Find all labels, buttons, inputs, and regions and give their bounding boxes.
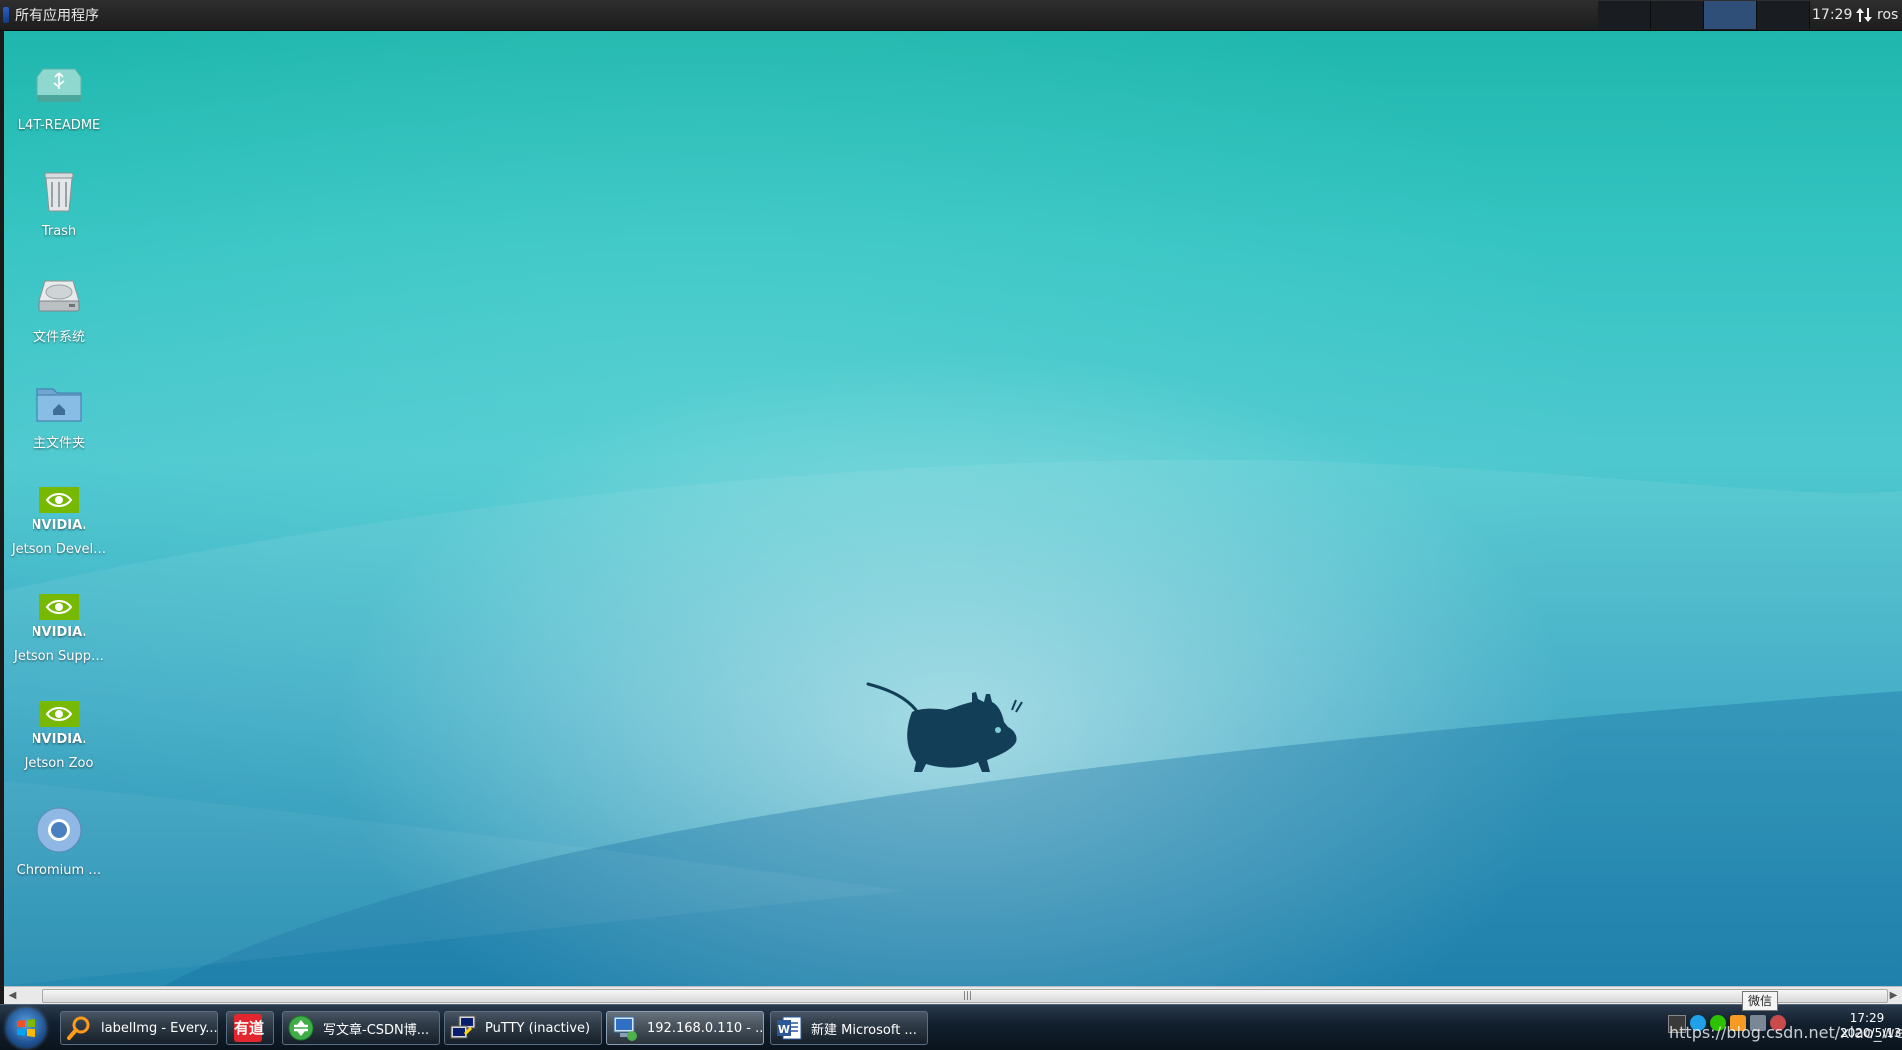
desktop-icon-jetson-support[interactable]: NVIDIA. Jetson Supp… xyxy=(8,590,110,666)
applications-menu-button[interactable]: 所有应用程序 xyxy=(0,0,99,30)
taskbar-button-label: 新建 Microsoft ... xyxy=(811,1022,917,1038)
taskbar-button-word[interactable]: W 新建 Microsoft ... xyxy=(770,1011,928,1045)
desktop-icon-label: Trash xyxy=(41,224,77,239)
windows-taskbar: labelImg - Every... 有道 写文章-CSDN博... PuTT… xyxy=(0,1004,1902,1050)
xfce-mouse-logo xyxy=(866,682,1023,772)
taskbar-button-csdn[interactable]: 写文章-CSDN博... xyxy=(282,1011,440,1045)
scroll-left-icon[interactable]: ◀ xyxy=(4,987,21,1004)
panel-clock[interactable]: 17:29 xyxy=(1812,0,1852,30)
taskbar-date: 2020/5/13 xyxy=(1840,1026,1902,1040)
start-button[interactable] xyxy=(6,1008,46,1048)
taskbar-button-label: 写文章-CSDN博... xyxy=(323,1022,430,1038)
scrollbar-grip-icon: ||| xyxy=(963,991,973,1001)
chromium-icon xyxy=(36,807,82,853)
workspace-switcher xyxy=(1598,1,1810,29)
taskbar-button-label: labelImg - Every... xyxy=(101,1020,218,1036)
desktop-icon-l4t-readme[interactable]: L4T-README xyxy=(8,59,110,135)
youdao-icon: 有道 xyxy=(234,1014,264,1042)
desktop-icon-home-folder[interactable]: 主文件夹 xyxy=(8,377,110,453)
home-folder-icon xyxy=(36,388,82,422)
nvidia-icon: NVIDIA. xyxy=(31,701,87,747)
browser-icon xyxy=(288,1015,314,1041)
nvidia-icon: NVIDIA. xyxy=(31,487,87,533)
wechat-tooltip: 微信 xyxy=(1742,991,1778,1011)
workspace-1[interactable] xyxy=(1598,1,1651,29)
applications-menu-label: 所有应用程序 xyxy=(15,8,99,24)
usb-drive-icon xyxy=(36,68,82,102)
desktop-icon-label: Jetson Devel… xyxy=(11,542,107,557)
putty-icon xyxy=(450,1015,476,1039)
svg-text:NVIDIA.: NVIDIA. xyxy=(33,732,85,747)
hard-drive-icon xyxy=(38,280,80,312)
desktop-icon-filesystem[interactable]: 文件系统 xyxy=(8,271,110,347)
taskbar-button-youdao[interactable]: 有道 xyxy=(226,1011,274,1045)
workspace-2[interactable] xyxy=(1651,1,1704,29)
desktop-icon-trash[interactable]: Trash xyxy=(8,165,110,241)
top-panel: 所有应用程序 17:29 ros xyxy=(0,0,1902,31)
desktop-icon-label: L4T-README xyxy=(17,118,101,133)
svg-text:NVIDIA.: NVIDIA. xyxy=(33,518,85,533)
nvidia-icon: NVIDIA. xyxy=(31,594,87,640)
desktop-icon-jetson-zoo[interactable]: NVIDIA. Jetson Zoo xyxy=(8,697,110,773)
desktop-icon-jetson-devel[interactable]: NVIDIA. Jetson Devel… xyxy=(8,483,110,559)
network-arrows-icon[interactable] xyxy=(1855,6,1873,24)
remote-desktop-screen: 所有应用程序 17:29 ros L4T-README Trash 文件系统 主… xyxy=(0,0,1902,1050)
svg-text:NVIDIA.: NVIDIA. xyxy=(33,625,85,640)
taskbar-button-labelimg[interactable]: labelImg - Every... xyxy=(60,1011,218,1045)
scrollbar-thumb[interactable]: ||| xyxy=(42,989,1888,1003)
desktop-icon-label: 文件系统 xyxy=(32,330,85,345)
workspace-3[interactable] xyxy=(1704,1,1757,29)
horizontal-scrollbar[interactable]: ◀ ||| ▶ xyxy=(4,986,1902,1004)
taskbar-time: 17:29 xyxy=(1849,1011,1885,1025)
trash-icon xyxy=(44,172,74,212)
desktop-icon-label: Chromium … xyxy=(16,863,102,878)
taskbar-button-putty[interactable]: PuTTY (inactive) xyxy=(444,1011,602,1045)
taskbar-button-label: PuTTY (inactive) xyxy=(485,1020,591,1036)
desktop-icon-label: 主文件夹 xyxy=(32,436,85,451)
taskbar-clock[interactable]: 17:29 2020/5/13 xyxy=(1840,1011,1902,1041)
wallpaper-wave xyxy=(4,459,1902,986)
search-icon xyxy=(67,1016,90,1040)
desktop-icon-label: Jetson Zoo xyxy=(24,756,94,771)
word-icon: W xyxy=(777,1016,802,1040)
remote-desktop-icon xyxy=(613,1016,637,1041)
desktop-icon-chromium[interactable]: Chromium … xyxy=(8,804,110,880)
workspace-4[interactable] xyxy=(1757,1,1810,29)
scroll-right-icon[interactable]: ▶ xyxy=(1885,987,1902,1004)
applications-menu-icon xyxy=(3,7,9,23)
taskbar-button-remote-desktop[interactable]: 192.168.0.110 - ... xyxy=(606,1011,764,1045)
desktop-icon-label: Jetson Supp… xyxy=(13,649,105,664)
windows-logo-icon xyxy=(17,1019,35,1037)
panel-user-name[interactable]: ros xyxy=(1877,0,1898,30)
desktop-background[interactable]: L4T-README Trash 文件系统 主文件夹 NVIDIA. Jetso… xyxy=(4,31,1902,986)
svg-text:W: W xyxy=(778,1023,790,1036)
taskbar-button-label: 192.168.0.110 - ... xyxy=(647,1020,764,1036)
